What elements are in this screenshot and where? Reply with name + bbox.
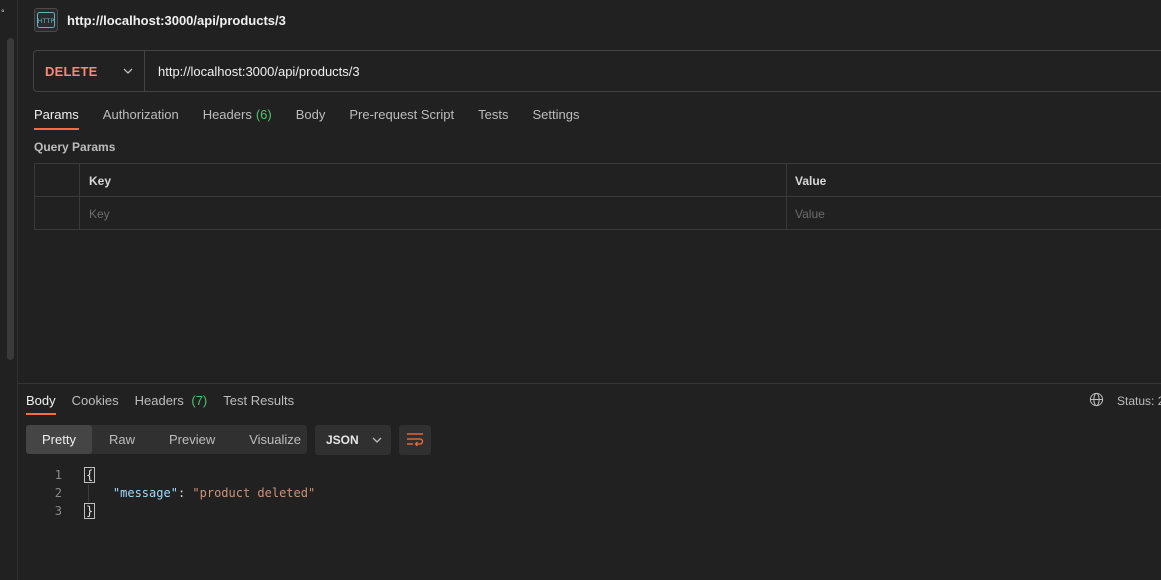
rail-dot-icon: °	[1, 8, 5, 18]
open-brace: {	[84, 467, 96, 483]
chevron-down-icon	[372, 437, 382, 443]
response-tabs: Body Cookies Headers (7) Test Results	[26, 389, 310, 417]
line-number: 1	[54, 468, 62, 482]
svg-text:HTTP: HTTP	[38, 17, 55, 25]
close-brace: }	[84, 503, 96, 519]
wrap-lines-icon	[406, 432, 424, 449]
request-title[interactable]: http://localhost:3000/api/products/3	[67, 13, 286, 28]
tab-params[interactable]: Params	[34, 104, 79, 130]
key-column-header: Key	[80, 164, 787, 197]
request-title-bar: HTTP http://localhost:3000/api/products/…	[34, 7, 286, 33]
left-rail: °	[0, 0, 18, 580]
json-string-value: "product deleted"	[192, 486, 316, 500]
line-number: 2	[54, 486, 62, 500]
view-visualize-button[interactable]: Visualize	[232, 425, 318, 454]
format-select[interactable]: JSON	[315, 425, 391, 455]
tab-authorization[interactable]: Authorization	[103, 104, 179, 130]
params-input-row: Key Value	[35, 197, 1161, 230]
json-colon: :	[177, 486, 193, 500]
status-label: Status: 2	[1117, 394, 1161, 408]
line-number: 3	[54, 504, 62, 518]
response-tab-body[interactable]: Body	[26, 389, 56, 415]
status-area: Status: 2	[1089, 392, 1161, 410]
response-tab-cookies[interactable]: Cookies	[72, 389, 119, 415]
chevron-down-icon	[123, 68, 133, 74]
view-preview-button[interactable]: Preview	[152, 425, 232, 454]
method-label: DELETE	[45, 63, 98, 79]
checkbox-column-header	[35, 164, 80, 197]
response-tab-headers[interactable]: Headers (7)	[135, 389, 208, 415]
tab-headers[interactable]: Headers (6)	[203, 104, 272, 130]
params-header-row: Key Value	[35, 164, 1161, 197]
globe-icon[interactable]	[1089, 392, 1104, 410]
view-raw-button[interactable]: Raw	[92, 425, 152, 454]
view-mode-group: Pretty Raw Preview Visualize	[26, 425, 307, 454]
param-key-input[interactable]: Key	[80, 197, 787, 230]
response-divider[interactable]	[18, 383, 1161, 384]
tab-settings[interactable]: Settings	[532, 104, 579, 130]
query-params-label: Query Params	[34, 140, 116, 154]
value-column-header: Value	[795, 173, 827, 188]
url-input[interactable]: http://localhost:3000/api/products/3	[158, 64, 360, 79]
request-tabs: Params Authorization Headers (6) Body Pre…	[34, 104, 603, 132]
json-key: "message"	[112, 486, 178, 500]
response-tab-test-results[interactable]: Test Results	[223, 389, 294, 415]
scrollbar[interactable]	[7, 38, 14, 360]
tab-body[interactable]: Body	[296, 104, 326, 130]
view-pretty-button[interactable]: Pretty	[26, 425, 92, 454]
headers-count: (6)	[255, 107, 272, 122]
wrap-lines-button[interactable]	[399, 425, 431, 455]
http-icon: HTTP	[34, 8, 58, 32]
tab-tests[interactable]: Tests	[478, 104, 508, 130]
param-value-input[interactable]: Value	[787, 197, 1161, 230]
format-label: JSON	[326, 433, 359, 447]
url-bar: DELETE http://localhost:3000/api/product…	[33, 50, 1161, 92]
params-table: Key Value Key Value	[34, 163, 1161, 230]
response-headers-count: (7)	[191, 393, 208, 408]
method-select[interactable]: DELETE	[34, 51, 145, 91]
param-enable-checkbox[interactable]	[35, 197, 80, 230]
tab-pre-request-script[interactable]: Pre-request Script	[349, 104, 454, 130]
